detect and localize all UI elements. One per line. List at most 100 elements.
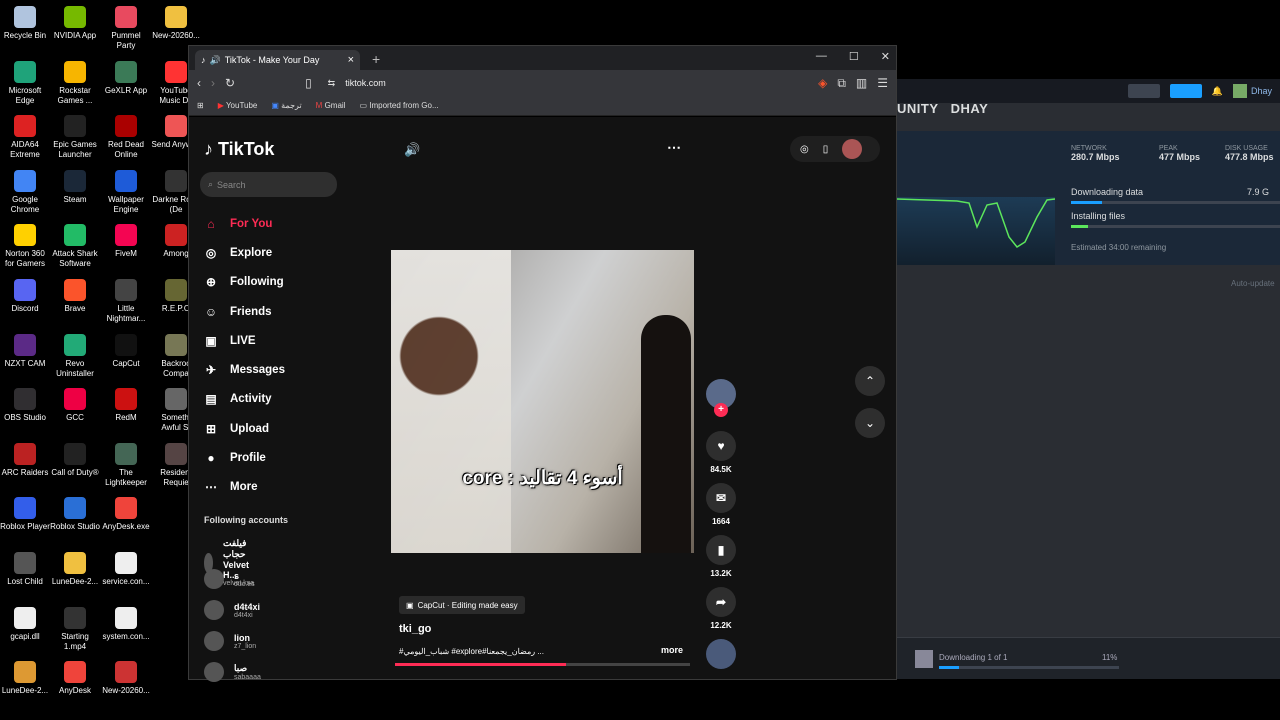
tab-tiktok[interactable]: ♪ 🔊 TikTok - Make Your Day × xyxy=(195,50,360,70)
video-author[interactable]: tki_go xyxy=(399,623,431,635)
following-account[interactable]: d4t4xi d4t4xi xyxy=(204,600,260,620)
desktop-icon[interactable]: CapCut xyxy=(101,333,151,369)
following-account[interactable]: lion z7_lion xyxy=(204,631,256,651)
tiktok-logo[interactable]: ♪ TikTok xyxy=(204,139,274,160)
desktop-icon[interactable]: New-20260... xyxy=(151,6,201,41)
desktop-icon[interactable]: ARC Raiders xyxy=(0,442,50,478)
desktop-icon[interactable]: FiveM xyxy=(101,224,151,259)
bookmark-translate[interactable]: ▣ ترجمة xyxy=(271,101,301,110)
friends-button[interactable] xyxy=(1127,84,1160,98)
desktop-icon[interactable]: GCC xyxy=(50,388,100,423)
video-progress[interactable] xyxy=(395,663,690,666)
desktop-icon[interactable]: NVIDIA App xyxy=(50,6,100,41)
close-tab-icon[interactable]: × xyxy=(348,54,354,66)
url-box[interactable]: ⇆ tiktok.com xyxy=(322,73,808,93)
desktop-icon[interactable]: Revo Uninstaller xyxy=(50,333,100,379)
desktop-icon[interactable]: Brave xyxy=(50,279,100,314)
desktop-icon[interactable]: Little Nightmar... xyxy=(101,279,151,324)
desktop-icon[interactable]: OBS Studio xyxy=(0,388,50,423)
coin-icon[interactable]: ◎ xyxy=(800,144,809,155)
desktop-icon[interactable]: Microsoft Edge xyxy=(0,60,50,106)
sidebar-item-messages[interactable]: ✈ Messages xyxy=(204,355,285,384)
sidebar-item-profile[interactable]: ● Profile xyxy=(204,443,285,472)
desktop-icon[interactable]: Steam xyxy=(50,169,100,205)
desktop-icon[interactable]: Red Dead Online xyxy=(101,115,151,160)
creator-avatar[interactable]: + xyxy=(701,379,741,417)
bookmark-icon[interactable]: ▯ xyxy=(305,76,312,90)
sidebar-icon[interactable]: ▥ xyxy=(856,76,867,90)
desktop-icon[interactable]: Roblox Studio xyxy=(50,497,100,532)
sidebar-item-more[interactable]: ⋯ More xyxy=(204,473,285,502)
bookmark-gmail[interactable]: M Gmail xyxy=(316,101,346,110)
next-video-button[interactable]: ⌄ xyxy=(855,408,885,438)
follow-plus-icon[interactable]: + xyxy=(714,403,728,417)
following-account[interactable]: صبا sabaaaa xyxy=(204,662,261,682)
desktop-icon[interactable]: The Lightkeeper xyxy=(101,442,151,488)
desktop-icon[interactable]: NZXT CAM xyxy=(0,333,50,369)
bell-icon[interactable]: 🔔 xyxy=(1212,86,1223,97)
desktop-icon[interactable]: Discord xyxy=(0,279,50,314)
desktop-icon[interactable]: Norton 360 for Gamers xyxy=(0,224,50,269)
desktop-icon[interactable]: GeXLR App xyxy=(101,60,151,96)
bookmark-youtube[interactable]: ▶ YouTube xyxy=(218,101,258,110)
brave-shield-icon[interactable]: ◈ xyxy=(818,76,827,90)
video-player[interactable]: core : أسوء 4 تقاليد xyxy=(391,250,694,553)
save-button[interactable]: ▮ 13.2K xyxy=(701,535,741,578)
nav-user[interactable]: DHAY xyxy=(951,101,989,116)
back-icon[interactable]: ‹ xyxy=(197,76,201,90)
desktop-icon[interactable]: RedM xyxy=(101,388,151,423)
extensions-icon[interactable]: ⧉ xyxy=(837,76,846,91)
previous-video-button[interactable]: ⌃ xyxy=(855,366,885,396)
desktop-icon[interactable]: LuneDee-2... xyxy=(50,552,100,587)
desktop-icon[interactable]: system.con... xyxy=(101,606,151,642)
desktop-icon[interactable]: Pummel Party xyxy=(101,6,151,51)
avatar[interactable] xyxy=(842,139,863,159)
sidebar-item-live[interactable]: ▣ LIVE xyxy=(204,326,285,355)
desktop-icon[interactable]: service.con... xyxy=(101,552,151,587)
desktop-icon[interactable]: Call of Duty® xyxy=(50,442,100,478)
music-disc[interactable] xyxy=(701,639,741,673)
desktop-icon[interactable]: gcapi.dll xyxy=(0,606,50,642)
sidebar-item-following[interactable]: ⊕ Following xyxy=(204,268,285,297)
desktop-icon[interactable]: Roblox Player xyxy=(0,497,50,532)
sidebar-item-for-you[interactable]: ⌂ For You xyxy=(204,209,285,238)
reload-icon[interactable]: ↻ xyxy=(225,76,235,90)
desktop-icon[interactable]: Rockstar Games ... xyxy=(50,60,100,106)
desktop-icon[interactable]: AnyDesk.exe xyxy=(101,497,151,532)
speaker-icon[interactable]: 🔊 xyxy=(210,55,221,66)
share-button[interactable]: ➦ 12.2K xyxy=(701,587,741,630)
desktop-icon[interactable]: LuneDee-2... xyxy=(0,661,50,696)
sidebar-item-upload[interactable]: ⊞ Upload xyxy=(204,414,285,443)
url-text[interactable]: tiktok.com xyxy=(345,78,386,88)
desktop-icon[interactable]: New-20260... xyxy=(101,661,151,696)
desktop-icon[interactable]: Epic Games Launcher xyxy=(50,115,100,160)
site-info-icon[interactable]: ⇆ xyxy=(328,78,336,89)
nav-community[interactable]: UNITY xyxy=(897,101,939,116)
menu-icon[interactable]: ☰ xyxy=(877,76,888,90)
minimize-icon[interactable]: — xyxy=(816,50,827,63)
announcements-button[interactable] xyxy=(1169,84,1202,98)
new-tab-button[interactable]: + xyxy=(372,51,380,67)
desktop-icon[interactable]: Starting 1.mp4 xyxy=(50,606,100,652)
more-link[interactable]: more xyxy=(661,645,683,655)
sidebar-item-explore[interactable]: ◎ Explore xyxy=(204,238,285,267)
desktop-icon[interactable]: AnyDesk xyxy=(50,661,100,696)
device-icon[interactable]: ▯ xyxy=(823,144,829,155)
desktop-icon[interactable]: AIDA64 Extreme xyxy=(0,115,50,160)
comment-button[interactable]: ✉ 1664 xyxy=(701,483,741,526)
bookmark-imported-folder[interactable]: ▭ Imported from Go... xyxy=(359,101,438,110)
steam-footer[interactable]: Downloading 1 of 1 11% xyxy=(897,637,1280,679)
following-account[interactable]: s ouc.es xyxy=(204,569,255,589)
more-options-icon[interactable]: ⋯ xyxy=(667,139,681,156)
search-input[interactable]: ⌕ Search xyxy=(200,172,337,197)
volume-icon[interactable]: 🔊 xyxy=(404,142,420,158)
desktop-icon[interactable]: Wallpaper Engine xyxy=(101,169,151,215)
forward-icon[interactable]: › xyxy=(211,76,215,90)
steam-user-menu[interactable]: Dhay xyxy=(1232,84,1272,98)
sidebar-item-friends[interactable]: ☺ Friends xyxy=(204,297,285,326)
desktop-icon[interactable]: Lost Child xyxy=(0,552,50,587)
maximize-icon[interactable]: ☐ xyxy=(849,50,859,63)
capcut-tag[interactable]: ▣ CapCut · Editing made easy xyxy=(399,596,525,614)
desktop-icon[interactable]: Attack Shark Software xyxy=(50,224,100,269)
desktop-icon[interactable]: Google Chrome xyxy=(0,169,50,215)
